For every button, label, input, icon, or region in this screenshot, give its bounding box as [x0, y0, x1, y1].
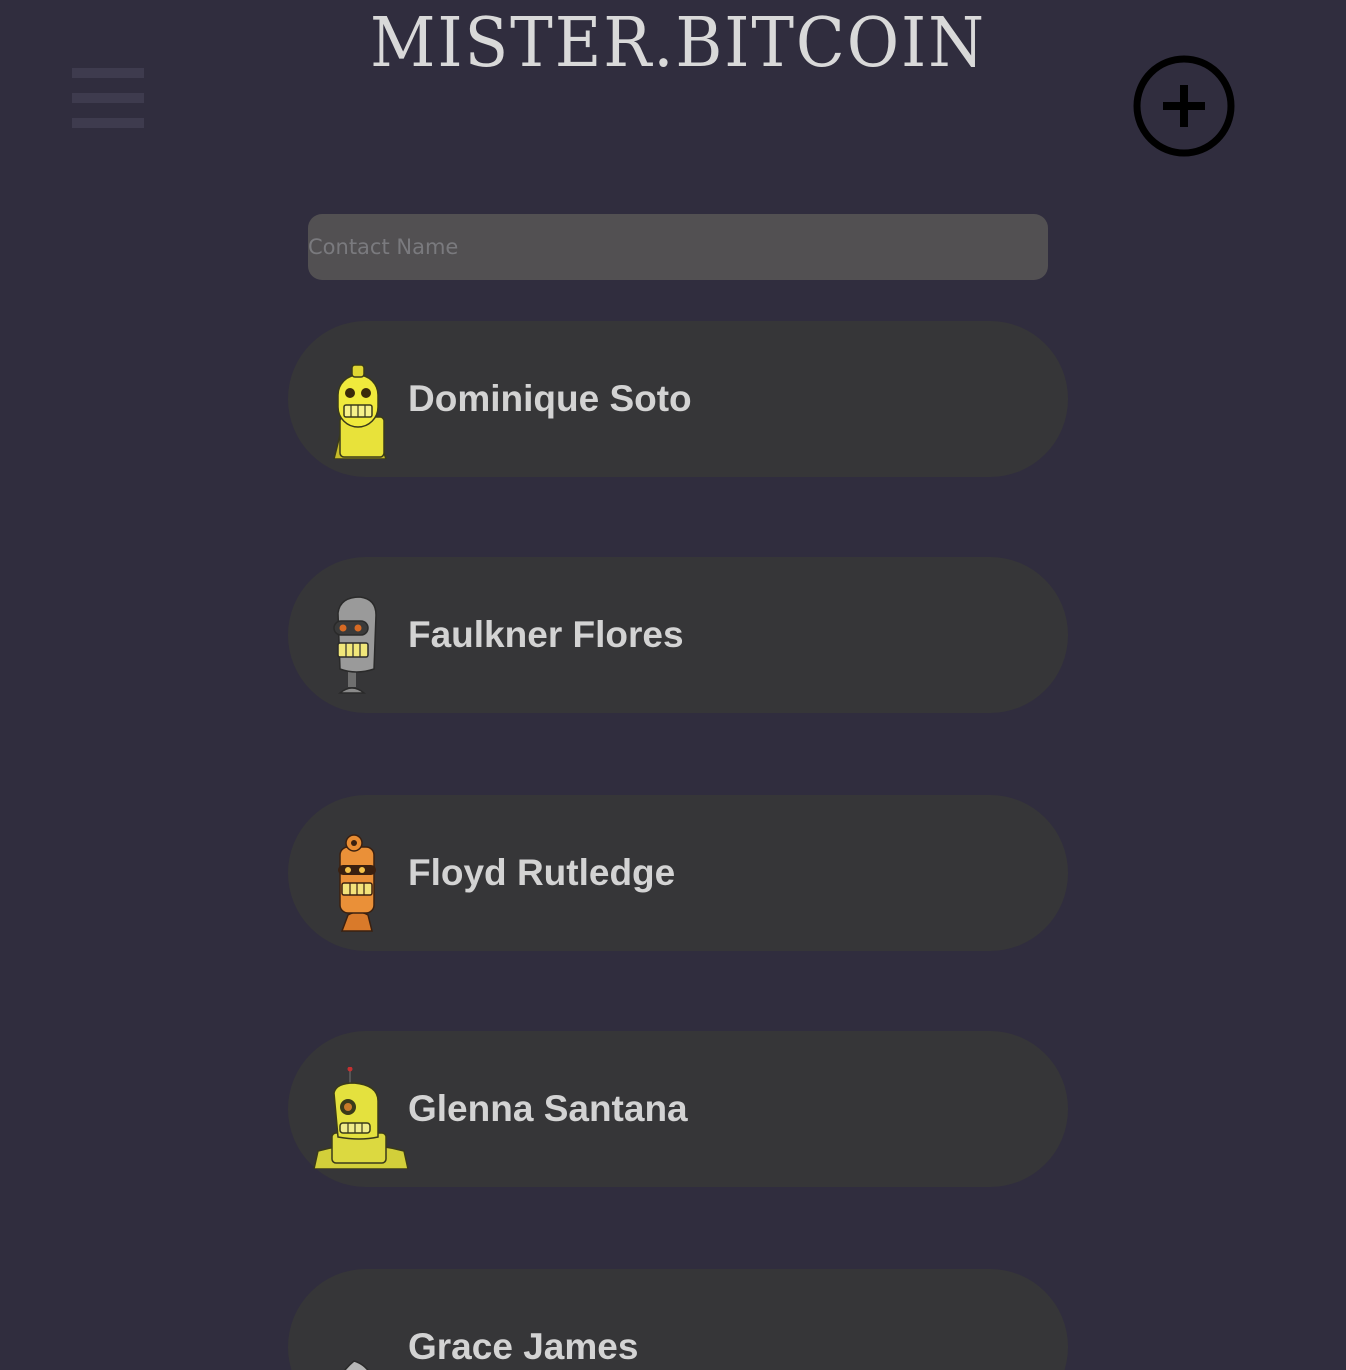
contact-card[interactable]: Dominique Soto [288, 321, 1068, 477]
contact-name: Dominique Soto [408, 378, 692, 419]
contact-card[interactable]: Grace James [288, 1269, 1068, 1370]
contact-name: Faulkner Flores [408, 614, 684, 655]
app-title: MISTER.BITCOIN [370, 4, 986, 83]
add-contact-button[interactable] [1133, 55, 1235, 157]
orange-robot-avatar [338, 834, 376, 932]
gray-dome-robot-avatar [344, 1360, 369, 1370]
gray-robot-avatar [333, 596, 377, 694]
yellow-robot-avatar [333, 364, 387, 459]
contact-card[interactable]: Floyd Rutledge [288, 795, 1068, 951]
hamburger-menu-icon[interactable] [72, 68, 144, 128]
contact-card[interactable]: Glenna Santana [288, 1031, 1068, 1187]
contact-name: Grace James [408, 1326, 639, 1367]
yellow-antenna-robot-avatar [313, 1067, 409, 1169]
contact-card[interactable]: Faulkner Flores [288, 557, 1068, 713]
contact-name: Glenna Santana [408, 1088, 688, 1129]
add-circle-icon [1133, 55, 1235, 157]
contact-name: Floyd Rutledge [408, 852, 676, 893]
contact-search-input[interactable] [308, 214, 1048, 280]
